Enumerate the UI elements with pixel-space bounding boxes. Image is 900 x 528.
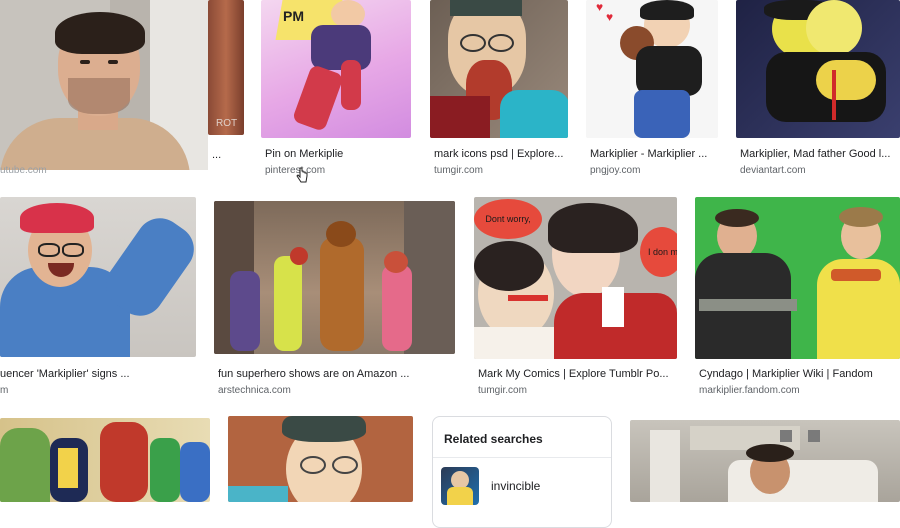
result-title[interactable]: Cyndago | Markiplier Wiki | Fandom — [699, 368, 899, 380]
related-item-label: invincible — [491, 479, 541, 493]
related-thumbnail — [441, 467, 479, 505]
result-source[interactable]: deviantart.com — [740, 165, 898, 176]
result-image[interactable] — [214, 201, 455, 354]
related-searches-heading: Related searches — [444, 432, 543, 446]
result-source[interactable]: tumgir.com — [478, 385, 678, 396]
result-source[interactable]: arstechnica.com — [218, 385, 458, 396]
result-title[interactable]: Markiplier, Mad father Good l... — [740, 148, 898, 160]
result-image[interactable] — [228, 416, 413, 502]
webcam-caption: utube.com — [0, 165, 47, 176]
result-source[interactable]: m — [0, 385, 40, 396]
result-image[interactable]: PM — [261, 0, 411, 138]
result-title[interactable]: ... — [212, 149, 232, 161]
result-image[interactable]: ♥ ♥ — [586, 0, 718, 138]
result-source[interactable]: tumgir.com — [434, 165, 574, 176]
result-title[interactable]: uencer 'Markiplier' signs ... — [0, 368, 196, 380]
related-searches-card: Related searches invincible — [432, 416, 612, 528]
speech-bubble: I don mi — [640, 227, 677, 277]
result-image[interactable]: ROT — [208, 0, 244, 135]
result-image[interactable] — [736, 0, 900, 138]
result-image[interactable] — [630, 420, 900, 502]
result-title[interactable]: fun superhero shows are on Amazon ... — [218, 368, 458, 380]
result-title[interactable]: mark icons psd | Explore... — [434, 148, 574, 160]
result-image[interactable] — [430, 0, 568, 138]
hand-cursor-icon — [296, 167, 308, 183]
related-item-invincible[interactable]: invincible — [441, 467, 601, 505]
result-image[interactable]: Dont worry, I don mi — [474, 197, 677, 359]
result-image[interactable] — [695, 197, 900, 359]
result-source[interactable]: pinterest.com — [265, 165, 415, 176]
result-source[interactable]: markiplier.fandom.com — [699, 385, 899, 396]
result-image[interactable] — [0, 197, 196, 357]
result-title[interactable]: Markiplier - Markiplier ... — [590, 148, 720, 160]
result-title[interactable]: Mark My Comics | Explore Tumblr Po... — [478, 368, 678, 380]
divider — [433, 457, 611, 458]
result-image[interactable] — [0, 418, 210, 502]
webcam-overlay — [0, 0, 208, 170]
speech-bubble: Dont worry, — [474, 199, 542, 239]
result-source[interactable]: pngjoy.com — [590, 165, 720, 176]
result-title[interactable]: Pin on Merkiplie — [265, 148, 415, 160]
